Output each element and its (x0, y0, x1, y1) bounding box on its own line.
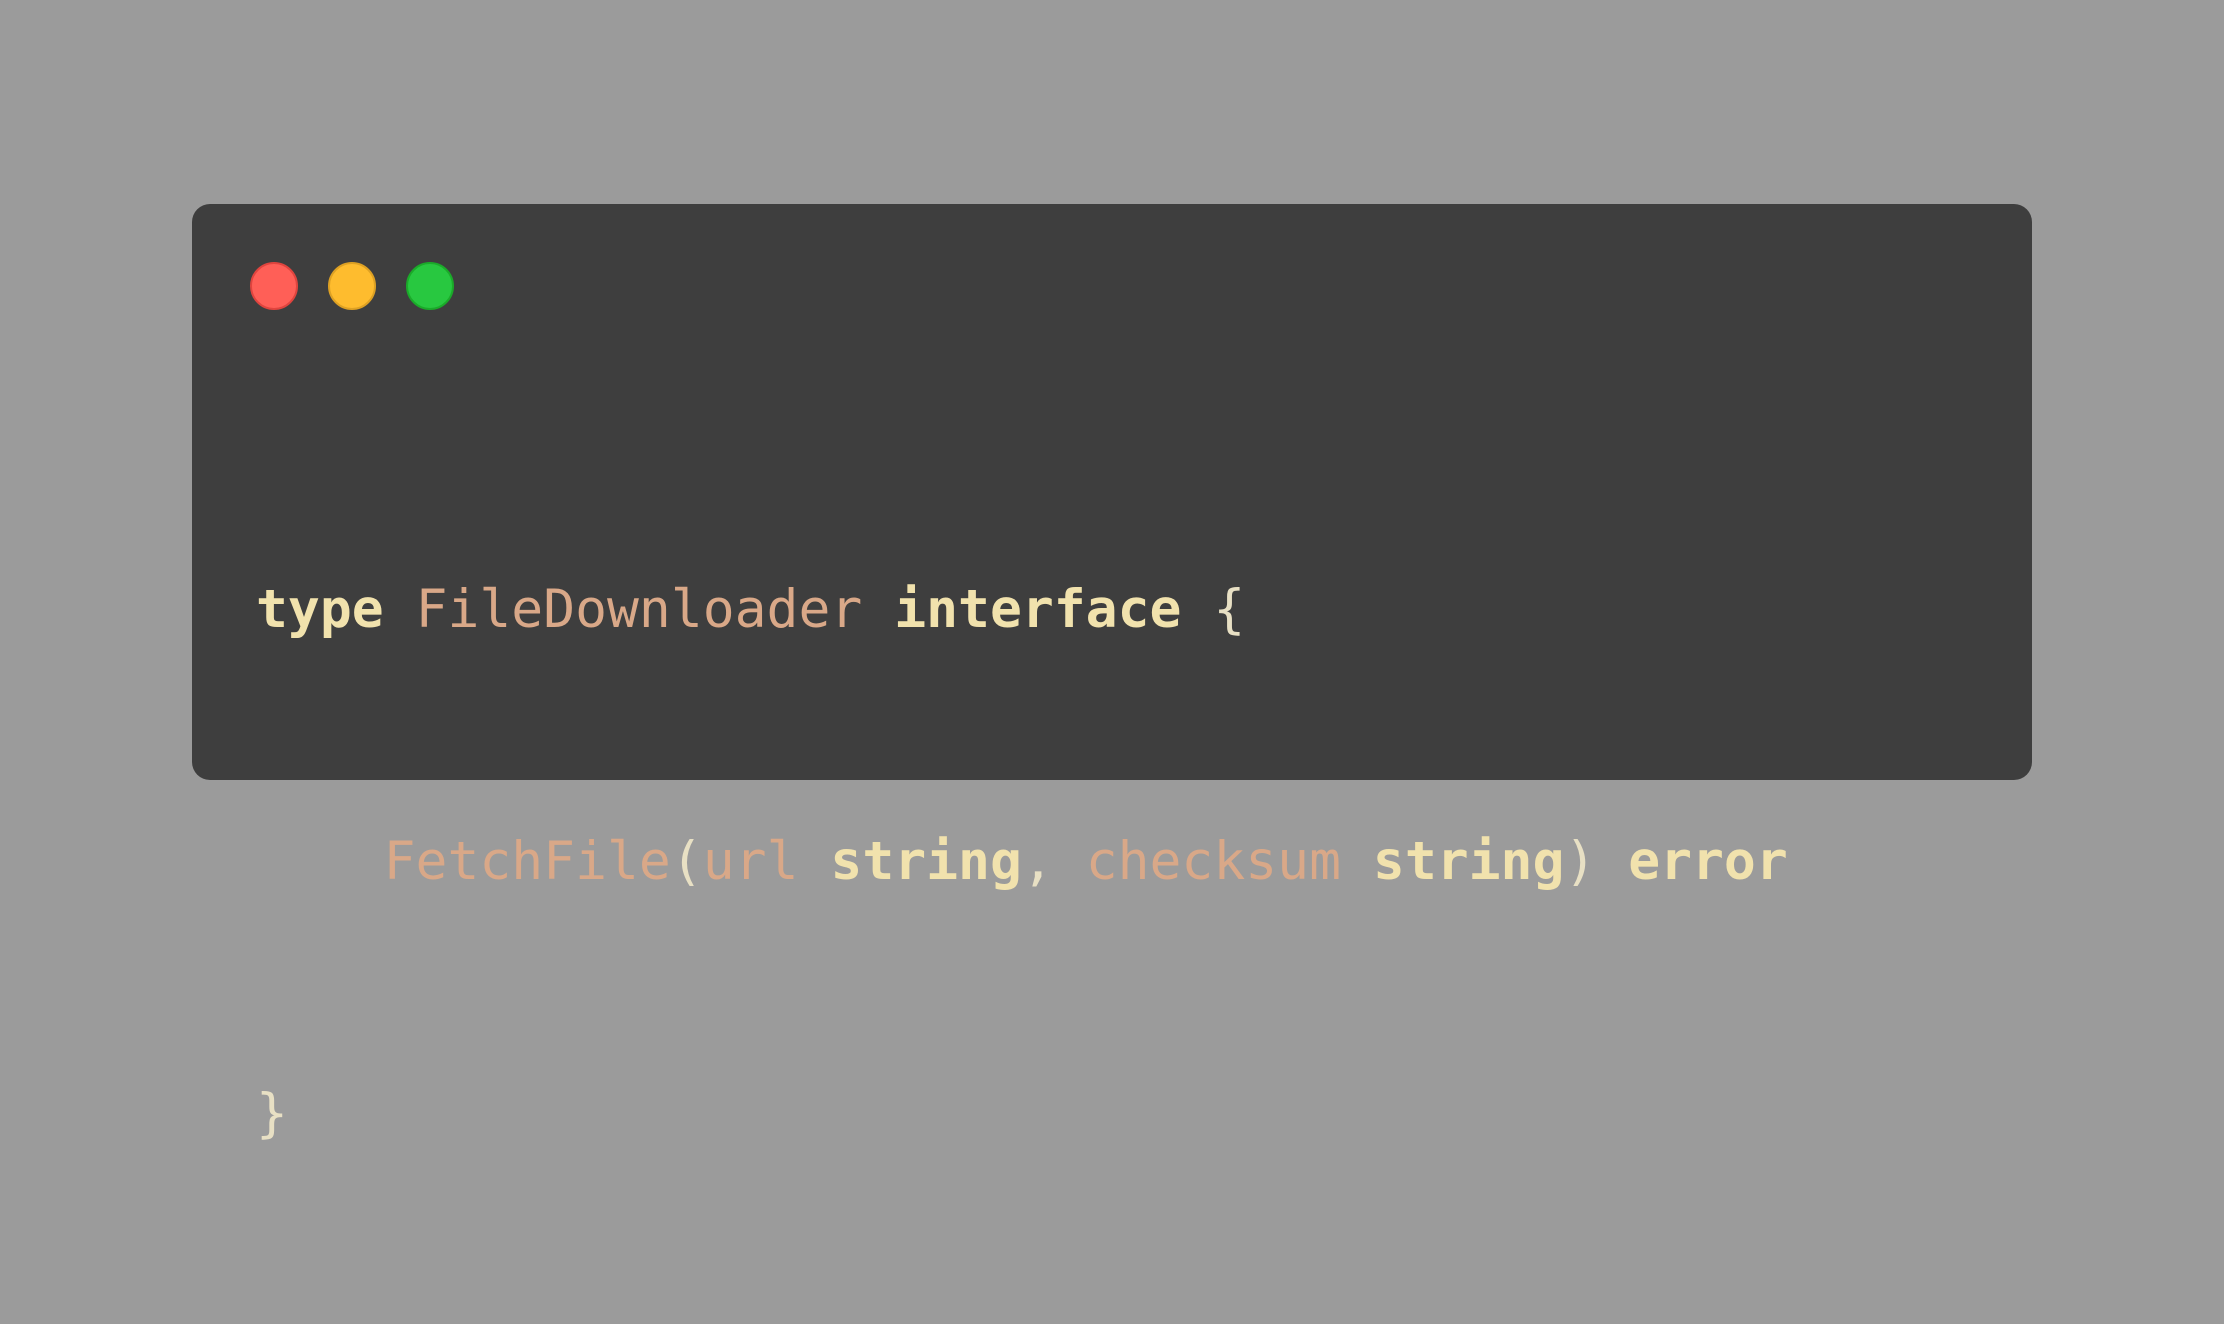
code-line-2: FetchFile(url string, checksum string) e… (256, 820, 1788, 904)
close-button[interactable] (250, 262, 298, 310)
param-url: url (702, 831, 799, 892)
type-string-1: string (830, 831, 1022, 892)
interface-name: FileDownloader (415, 579, 863, 640)
type-string-2: string (1372, 831, 1565, 892)
minimize-button[interactable] (328, 262, 376, 310)
keyword-interface: interface (894, 579, 1182, 640)
code-line-1: type FileDownloader interface { (256, 568, 1788, 652)
code-window: type FileDownloader interface { FetchFil… (192, 204, 2032, 1144)
code-block: type FileDownloader interface { FetchFil… (256, 400, 1788, 1324)
brace-open: { (1213, 579, 1246, 640)
brace-close: } (256, 1083, 288, 1144)
paren-close: ) (1564, 831, 1597, 892)
paren-open: ( (670, 831, 703, 892)
method-name: FetchFile (383, 831, 671, 892)
keyword-type: type (256, 579, 384, 640)
return-type-error: error (1628, 831, 1788, 892)
param-checksum: checksum (1085, 831, 1341, 892)
window-controls (250, 262, 454, 310)
code-line-3: } (256, 1072, 1788, 1156)
maximize-button[interactable] (406, 262, 454, 310)
comma: , (1021, 831, 1054, 892)
